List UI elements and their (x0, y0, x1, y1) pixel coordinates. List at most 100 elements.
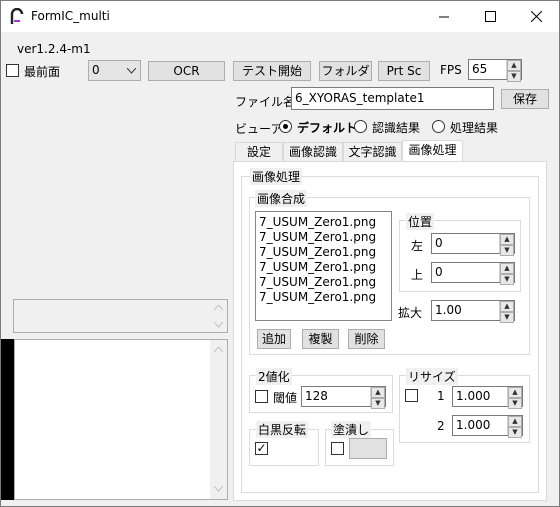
position-top-input[interactable]: 0 ▲ ▼ (431, 262, 515, 285)
spin-down-icon[interactable]: ▼ (508, 398, 522, 409)
list-item[interactable]: 7_USUM_Zero1.png (256, 215, 391, 230)
maximize-icon (484, 11, 496, 22)
position-left-input[interactable]: 0 ▲ ▼ (431, 233, 515, 256)
position-top-label: 上 (411, 268, 424, 282)
spin-up-icon[interactable]: ▲ (507, 60, 521, 71)
spin-down-icon[interactable]: ▼ (508, 427, 522, 438)
title-bar: FormIC_multi (1, 1, 559, 32)
scale-input[interactable]: 1.00 ▲ ▼ (431, 300, 515, 323)
combo-value: 0 (92, 63, 100, 77)
spin-up-icon[interactable]: ▲ (371, 387, 385, 398)
spin-up-icon[interactable]: ▲ (500, 263, 514, 274)
filename-input[interactable]: 6_XYORAS_template1 (291, 87, 494, 110)
fps-spinner[interactable]: ▲ ▼ (506, 60, 521, 82)
log-scrollbar[interactable] (210, 340, 227, 499)
status-scrollbar[interactable] (210, 300, 227, 332)
scale-spinner[interactable]: ▲ ▼ (499, 301, 514, 323)
position-top-value: 0 (435, 265, 443, 279)
resize-label-1: 1 (437, 389, 445, 403)
window-title: FormIC_multi (31, 9, 110, 23)
list-item[interactable]: 7_USUM_Zero1.png (256, 260, 391, 275)
minimize-button[interactable] (421, 1, 467, 32)
viewer-default-label: デフォルト (297, 121, 358, 135)
viewer-processing-label: 処理結果 (450, 121, 499, 135)
spin-down-icon[interactable]: ▼ (500, 312, 514, 323)
resize-input-1[interactable]: 1.000 ▲ ▼ (452, 386, 523, 409)
resize-input-2[interactable]: 1.000 ▲ ▼ (452, 415, 523, 438)
viewer-recognition-label: 認識結果 (372, 121, 421, 135)
list-item[interactable]: 7_USUM_Zero1.png (256, 245, 391, 260)
scale-label: 拡大 (398, 306, 423, 320)
binarize-checkbox[interactable] (255, 390, 268, 403)
position-top-spinner[interactable]: ▲ ▼ (499, 263, 514, 285)
folder-button[interactable]: フォルダ (319, 61, 372, 81)
fill-checkbox[interactable] (331, 442, 344, 455)
test-start-button[interactable]: テスト開始 (233, 61, 311, 81)
log-textbox[interactable] (14, 339, 228, 500)
position-left-spinner[interactable]: ▲ ▼ (499, 234, 514, 256)
status-textbox[interactable] (13, 299, 228, 333)
ocr-button[interactable]: OCR (148, 61, 225, 81)
duplicate-button[interactable]: 複製 (302, 329, 339, 349)
viewer-default-radio[interactable] (279, 120, 292, 133)
list-item[interactable]: 7_USUM_Zero1.png (256, 275, 391, 290)
scroll-down-icon[interactable] (214, 322, 223, 328)
spin-down-icon[interactable]: ▼ (500, 274, 514, 285)
resize-checkbox[interactable] (405, 389, 418, 402)
add-button[interactable]: 追加 (257, 329, 291, 349)
scale-value: 1.00 (435, 303, 462, 317)
resize-value-1: 1.000 (456, 389, 491, 403)
topmost-checkbox[interactable] (6, 64, 19, 77)
delete-button[interactable]: 削除 (348, 329, 385, 349)
threshold-value: 128 (305, 389, 328, 403)
save-button[interactable]: 保存 (501, 89, 549, 109)
topmost-label: 最前面 (24, 65, 61, 79)
resize-group-title: リサイズ (406, 368, 458, 385)
viewer-processing-radio[interactable] (432, 120, 445, 133)
tab-text-recognition[interactable]: 文字認識 (343, 142, 402, 162)
spin-up-icon[interactable]: ▲ (508, 387, 522, 398)
version-label: ver1.2.4-m1 (17, 42, 91, 56)
spin-up-icon[interactable]: ▲ (500, 301, 514, 312)
compose-group-title: 画像合成 (255, 190, 308, 207)
scroll-up-icon[interactable] (214, 347, 223, 353)
fps-label: FPS (440, 63, 462, 77)
tab-settings[interactable]: 設定 (235, 142, 283, 162)
position-group-title: 位置 (406, 213, 435, 230)
fill-color-button[interactable] (349, 438, 387, 459)
tab-image-processing[interactable]: 画像処理 (402, 140, 463, 162)
spin-up-icon[interactable]: ▲ (508, 416, 522, 427)
fill-group-title: 塗潰し (331, 421, 372, 438)
maximize-button[interactable] (467, 1, 513, 32)
close-icon (530, 11, 542, 22)
spin-down-icon[interactable]: ▼ (507, 71, 521, 82)
app-icon (10, 8, 24, 24)
threshold-input[interactable]: 128 ▲ ▼ (301, 386, 386, 409)
spin-up-icon[interactable]: ▲ (500, 234, 514, 245)
spin-down-icon[interactable]: ▼ (371, 398, 385, 409)
list-item[interactable]: 7_USUM_Zero1.png (256, 230, 391, 245)
binarize-group-title: 2値化 (256, 368, 292, 385)
invert-checkbox[interactable]: ✓ (255, 442, 268, 455)
scroll-up-icon[interactable] (214, 305, 223, 311)
compose-listbox[interactable]: 7_USUM_Zero1.png 7_USUM_Zero1.png 7_USUM… (255, 211, 392, 321)
fps-input[interactable]: 65 ▲ ▼ (468, 59, 522, 82)
scroll-down-icon[interactable] (214, 486, 223, 492)
threshold-spinner[interactable]: ▲ ▼ (370, 387, 385, 409)
spin-down-icon[interactable]: ▼ (500, 245, 514, 256)
resize-value-2: 1.000 (456, 418, 491, 432)
resize-spinner-2[interactable]: ▲ ▼ (507, 416, 522, 438)
resize-spinner-1[interactable]: ▲ ▼ (507, 387, 522, 409)
threshold-label: 閾値 (273, 391, 298, 405)
prtsc-button[interactable]: Prt Sc (378, 61, 430, 81)
list-item[interactable]: 7_USUM_Zero1.png (256, 290, 391, 305)
position-left-value: 0 (435, 236, 443, 250)
index-combobox[interactable]: 0 (88, 60, 141, 81)
position-left-label: 左 (411, 239, 424, 253)
minimize-icon (439, 16, 449, 17)
main-window: FormIC_multi ver1.2.4-m1 最前面 0 OCR テスト開始… (0, 0, 560, 507)
viewer-recognition-radio[interactable] (354, 120, 367, 133)
chevron-down-icon (127, 68, 136, 74)
tab-image-recognition[interactable]: 画像認識 (283, 142, 343, 162)
close-button[interactable] (513, 1, 559, 32)
